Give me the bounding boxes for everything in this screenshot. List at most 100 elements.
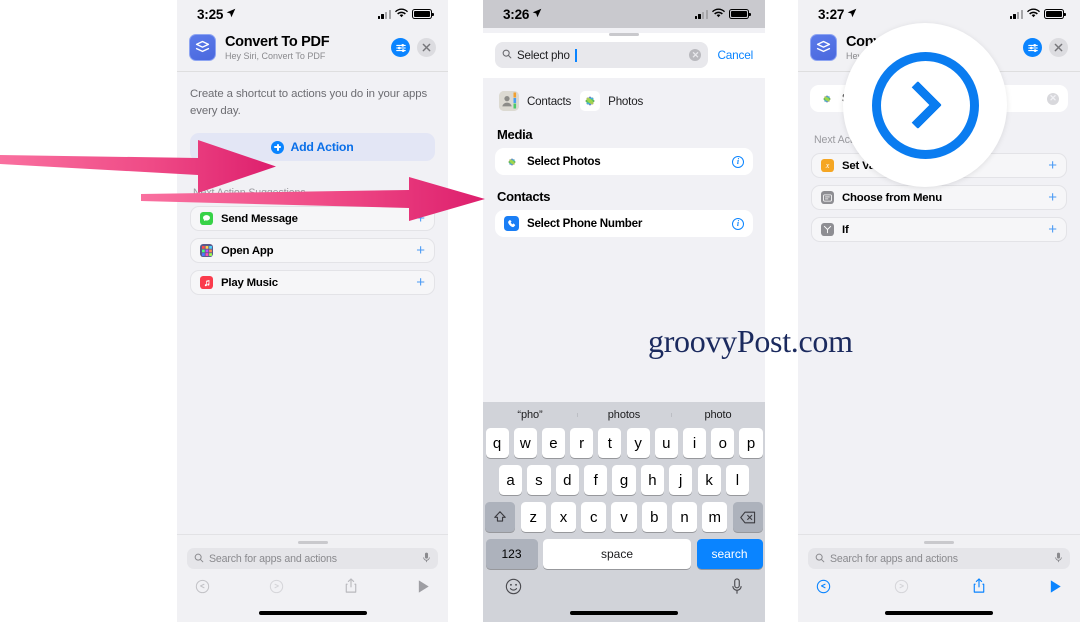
key-w[interactable]: w (513, 428, 537, 458)
suggestion-row-choose-from-menu[interactable]: Choose from Menu + (811, 185, 1067, 210)
key-k[interactable]: k (697, 465, 721, 495)
shift-icon[interactable] (485, 502, 516, 532)
share-icon[interactable] (344, 578, 358, 599)
key-t[interactable]: t (598, 428, 622, 458)
phone-screenshot-panel-1: 3:25 Convert To PDF Hey Siri, Convert To… (177, 0, 448, 622)
add-suggestion-button[interactable]: + (1048, 222, 1057, 237)
phone-screenshot-panel-2: 3:26 Select pho ✕ Cancel Contacts Photos… (483, 0, 765, 622)
shortcut-title-block: Convert To PDF Hey Siri, Convert To PDF (225, 34, 382, 61)
sheet-grabber[interactable] (924, 541, 954, 544)
play-icon[interactable] (417, 579, 430, 599)
prediction-item[interactable]: photos (577, 409, 671, 421)
wifi-icon (1027, 5, 1040, 23)
search-apps-actions-field[interactable]: Search for apps and actions (808, 548, 1070, 569)
microphone-icon[interactable] (731, 578, 743, 600)
play-icon[interactable] (1049, 579, 1062, 599)
result-row-select-phone-number[interactable]: Select Phone Number i (495, 210, 753, 238)
app-chip-list: Contacts Photos (495, 78, 753, 122)
key-j[interactable]: j (669, 465, 693, 495)
key-e[interactable]: e (541, 428, 565, 458)
key-numbers[interactable]: 123 (485, 539, 538, 569)
info-icon[interactable]: i (732, 155, 744, 168)
add-suggestion-button[interactable]: + (1048, 158, 1057, 173)
photos-app-icon (504, 154, 519, 170)
add-suggestion-button[interactable]: + (1048, 190, 1057, 205)
app-chip-photos[interactable]: Photos (580, 91, 643, 112)
result-row-select-photos[interactable]: Select Photos i (495, 148, 753, 176)
clear-icon[interactable]: ✕ (1047, 92, 1059, 105)
add-suggestion-button[interactable]: + (416, 275, 425, 290)
sheet-grabber[interactable] (609, 33, 639, 37)
cancel-button[interactable]: Cancel (717, 48, 753, 62)
key-search-return[interactable]: search (696, 539, 763, 569)
search-icon (502, 46, 512, 64)
key-b[interactable]: b (641, 502, 667, 532)
key-v[interactable]: v (611, 502, 637, 532)
key-a[interactable]: a (498, 465, 523, 495)
status-bar: 3:26 (483, 0, 765, 28)
key-s[interactable]: s (527, 465, 551, 495)
result-label: Select Photos (527, 155, 601, 169)
key-c[interactable]: c (581, 502, 607, 532)
close-button[interactable] (1049, 38, 1068, 57)
open-app-icon (200, 244, 213, 258)
key-d[interactable]: d (555, 465, 579, 495)
suggestion-label: Choose from Menu (842, 191, 942, 204)
key-m[interactable]: m (702, 502, 728, 532)
key-u[interactable]: u (654, 428, 678, 458)
app-chip-label: Contacts (527, 94, 572, 108)
key-z[interactable]: z (520, 502, 546, 532)
search-input-value: Select pho (517, 48, 570, 62)
contacts-app-icon (499, 91, 519, 112)
key-space[interactable]: space (542, 539, 692, 569)
emoji-icon[interactable] (505, 578, 522, 600)
microphone-icon[interactable] (1054, 550, 1063, 568)
header-buttons (1023, 38, 1068, 57)
suggestion-row-if[interactable]: If + (811, 217, 1067, 242)
battery-icon (1044, 9, 1066, 19)
shortcut-settings-button[interactable] (391, 38, 410, 57)
key-l[interactable]: l (725, 465, 750, 495)
info-icon[interactable]: i (732, 217, 744, 230)
key-x[interactable]: x (550, 502, 577, 532)
editor-toolbar (798, 569, 1080, 603)
redo-icon[interactable] (269, 579, 284, 599)
keyboard-row-2: a s d f g h j k l (483, 465, 765, 495)
search-input[interactable]: Select pho ✕ (495, 42, 709, 69)
app-chip-contacts[interactable]: Contacts (499, 91, 572, 112)
key-n[interactable]: n (672, 502, 698, 532)
suggestion-row-play-music[interactable]: Play Music + (190, 270, 435, 296)
key-g[interactable]: g (612, 465, 636, 495)
search-results: Contacts Photos Media Select Photos i Co… (483, 78, 765, 238)
prediction-item[interactable]: photo (671, 409, 765, 421)
key-r[interactable]: r (570, 428, 594, 458)
sheet-grabber[interactable] (297, 541, 328, 544)
close-button[interactable] (417, 38, 436, 57)
search-apps-actions-field[interactable]: Search for apps and actions (187, 548, 438, 569)
redo-icon[interactable] (894, 579, 909, 599)
shortcut-settings-button[interactable] (1023, 38, 1042, 57)
battery-icon (412, 9, 434, 19)
add-suggestion-button[interactable]: + (416, 243, 425, 258)
watermark: groovyPost.com (648, 323, 853, 359)
if-icon (821, 223, 834, 236)
key-p[interactable]: p (739, 428, 763, 458)
suggestion-row-open-app[interactable]: Open App + (190, 238, 435, 264)
microphone-icon[interactable] (422, 550, 431, 568)
annotation-arrow-2 (141, 177, 485, 221)
undo-icon[interactable] (195, 579, 210, 599)
key-q[interactable]: q (485, 428, 509, 458)
key-i[interactable]: i (683, 428, 707, 458)
group-header-contacts: Contacts (497, 189, 551, 205)
undo-icon[interactable] (816, 579, 831, 599)
clear-search-icon[interactable]: ✕ (689, 49, 702, 62)
backspace-icon[interactable] (732, 502, 763, 532)
key-f[interactable]: f (584, 465, 608, 495)
wifi-icon (395, 5, 408, 23)
key-h[interactable]: h (640, 465, 664, 495)
prediction-item[interactable]: “pho” (483, 409, 577, 421)
key-y[interactable]: y (626, 428, 650, 458)
share-icon[interactable] (972, 578, 986, 599)
text-caret (575, 48, 577, 62)
key-o[interactable]: o (711, 428, 735, 458)
